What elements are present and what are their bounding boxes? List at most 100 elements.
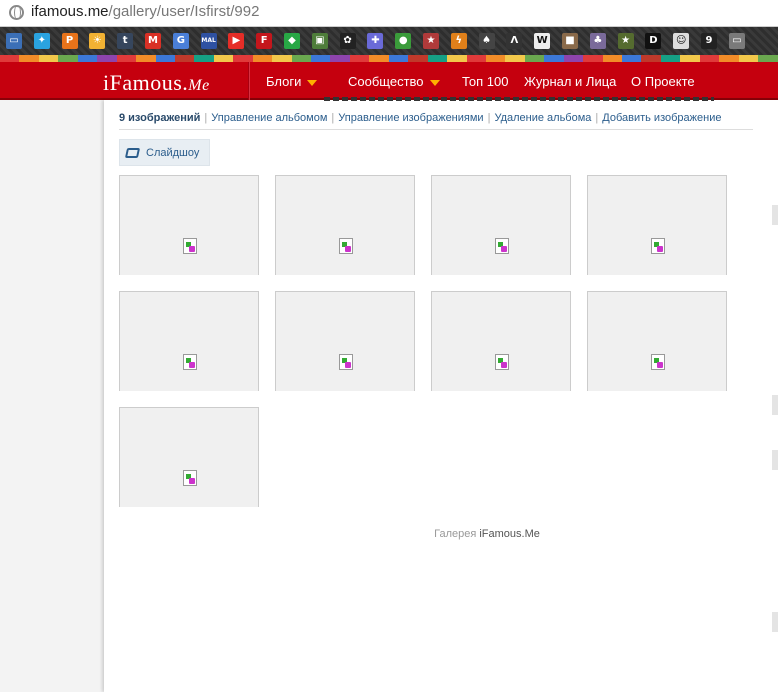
tab-separator: | xyxy=(204,112,208,124)
stripe-segment xyxy=(699,55,720,62)
chat-icon[interactable]: ▭ xyxy=(6,33,22,49)
footer-brand-link[interactable]: iFamous.Me xyxy=(479,528,540,540)
stripe-segment xyxy=(291,55,311,62)
gallery-thumbnail[interactable] xyxy=(275,175,415,275)
tab-separator: | xyxy=(331,112,335,124)
flag-icon[interactable]: F xyxy=(256,33,273,49)
stripe-segment xyxy=(622,55,642,62)
stripe-segment xyxy=(505,55,525,62)
site-logo[interactable]: iFamous.Me xyxy=(103,70,210,96)
stripe-segment xyxy=(97,55,117,62)
nav-about[interactable]: О Проекте xyxy=(631,74,695,89)
stripe-segment xyxy=(563,55,584,62)
gallery-thumbnail[interactable] xyxy=(431,291,571,391)
stripe-segment xyxy=(136,55,156,62)
nav-blogs[interactable]: Блоги xyxy=(266,74,318,89)
circle-icon[interactable]: ● xyxy=(395,33,412,49)
stripe-segment xyxy=(58,55,78,62)
gallery-thumbnail[interactable] xyxy=(119,407,259,507)
stripe-segment xyxy=(719,55,739,62)
stripe-segment xyxy=(466,55,486,62)
scroll-mark xyxy=(772,395,778,415)
nav-about-label: О Проекте xyxy=(631,74,695,89)
stripe-segment xyxy=(388,55,409,62)
main-content: 9 изображений | Управление альбомом | Управл… xyxy=(104,97,778,692)
tab-add-image[interactable]: Добавить изображение xyxy=(602,112,721,124)
leaf-icon[interactable]: ♠ xyxy=(478,33,495,49)
gallery-thumbnail[interactable] xyxy=(587,291,727,391)
folder-icon[interactable]: ▭ xyxy=(728,33,745,49)
slideshow-icon xyxy=(124,148,141,158)
gallery-footer: Галерея iFamous.Me xyxy=(104,528,778,540)
star-icon[interactable]: ★ xyxy=(617,33,634,49)
tab-manage-images[interactable]: Управление изображениями xyxy=(338,112,483,124)
stripe-segment xyxy=(38,55,59,62)
scroll-mark xyxy=(772,450,778,470)
box-icon[interactable]: ■ xyxy=(562,33,578,49)
stripe-segment xyxy=(330,55,350,62)
address-bar[interactable]: ifamous.me/gallery/user/Isfirst/992 xyxy=(0,0,778,27)
album-title-cutoff xyxy=(324,97,714,101)
gallery-thumbnail[interactable] xyxy=(275,291,415,391)
broken-image-icon xyxy=(339,238,353,254)
face-icon[interactable]: ☺ xyxy=(673,33,690,49)
broken-image-icon xyxy=(495,354,509,370)
puzzle-icon[interactable]: ✚ xyxy=(367,33,384,49)
g-icon[interactable]: G xyxy=(172,33,189,49)
stripe-segment xyxy=(369,55,389,62)
gmail-icon[interactable]: M xyxy=(145,33,161,49)
stripe-segment xyxy=(583,55,603,62)
url-text[interactable]: ifamous.me/gallery/user/Isfirst/992 xyxy=(31,3,259,20)
tab-manage-album[interactable]: Управление альбомом xyxy=(211,112,327,124)
tumblr-icon[interactable]: t xyxy=(117,33,134,49)
wiki-icon[interactable]: W xyxy=(534,33,551,49)
stripe-segment xyxy=(349,55,370,62)
tabs-divider xyxy=(119,129,753,130)
nav-journal[interactable]: Журнал и Лица xyxy=(524,74,616,89)
site-header: iFamous.Me Блоги Сообщество Топ 100 Журн… xyxy=(0,62,778,100)
tab-image-count[interactable]: 9 изображений xyxy=(119,112,200,124)
sun-icon[interactable]: ☀ xyxy=(89,33,106,49)
stripe-segment xyxy=(155,55,175,62)
twitter-icon[interactable]: ✦ xyxy=(33,33,50,49)
tab-delete-album[interactable]: Удаление альбома xyxy=(494,112,591,124)
stripe-segment xyxy=(408,55,428,62)
bolt-icon[interactable]: ϟ xyxy=(450,33,467,49)
youtube-icon[interactable]: ▶ xyxy=(228,33,245,49)
lambda-icon[interactable]: Λ xyxy=(506,33,523,49)
mal-icon[interactable]: MAL xyxy=(200,33,217,49)
nine-icon[interactable]: 9 xyxy=(701,33,717,49)
slideshow-button[interactable]: Слайдшоу xyxy=(119,139,210,166)
chevron-down-icon xyxy=(429,79,440,86)
broken-image-icon xyxy=(495,238,509,254)
star-badge-icon[interactable]: ★ xyxy=(423,33,439,49)
stripe-segment xyxy=(738,55,759,62)
url-host: ifamous.me xyxy=(31,3,109,20)
gallery-thumbnail[interactable] xyxy=(587,175,727,275)
paw-icon[interactable]: ✿ xyxy=(339,33,356,49)
stripe-segment xyxy=(447,55,467,62)
stripe-segment xyxy=(174,55,195,62)
broken-image-icon xyxy=(651,354,665,370)
stripe-segment xyxy=(660,55,681,62)
nav-top100[interactable]: Топ 100 xyxy=(462,74,509,89)
stripe-segment xyxy=(77,55,98,62)
image-icon[interactable]: ▣ xyxy=(311,33,328,49)
nav-community[interactable]: Сообщество xyxy=(348,74,440,89)
stripe-segment xyxy=(680,55,700,62)
stripe-segment xyxy=(544,55,564,62)
stripe-segment xyxy=(233,55,253,62)
anime-icon[interactable]: ♣ xyxy=(589,33,606,49)
scroll-mark xyxy=(772,205,778,225)
p-icon[interactable]: P xyxy=(61,33,78,49)
gallery-thumbnail[interactable] xyxy=(431,175,571,275)
gallery-thumbnail[interactable] xyxy=(119,175,259,275)
stripe-segment xyxy=(641,55,661,62)
d-icon[interactable]: D xyxy=(645,33,662,49)
header-divider xyxy=(248,62,249,100)
nav-community-label: Сообщество xyxy=(348,74,424,89)
gem-icon[interactable]: ◆ xyxy=(284,33,300,49)
gallery-thumbnail[interactable] xyxy=(119,291,259,391)
stripe-segment xyxy=(272,55,292,62)
stripe-segment xyxy=(524,55,545,62)
